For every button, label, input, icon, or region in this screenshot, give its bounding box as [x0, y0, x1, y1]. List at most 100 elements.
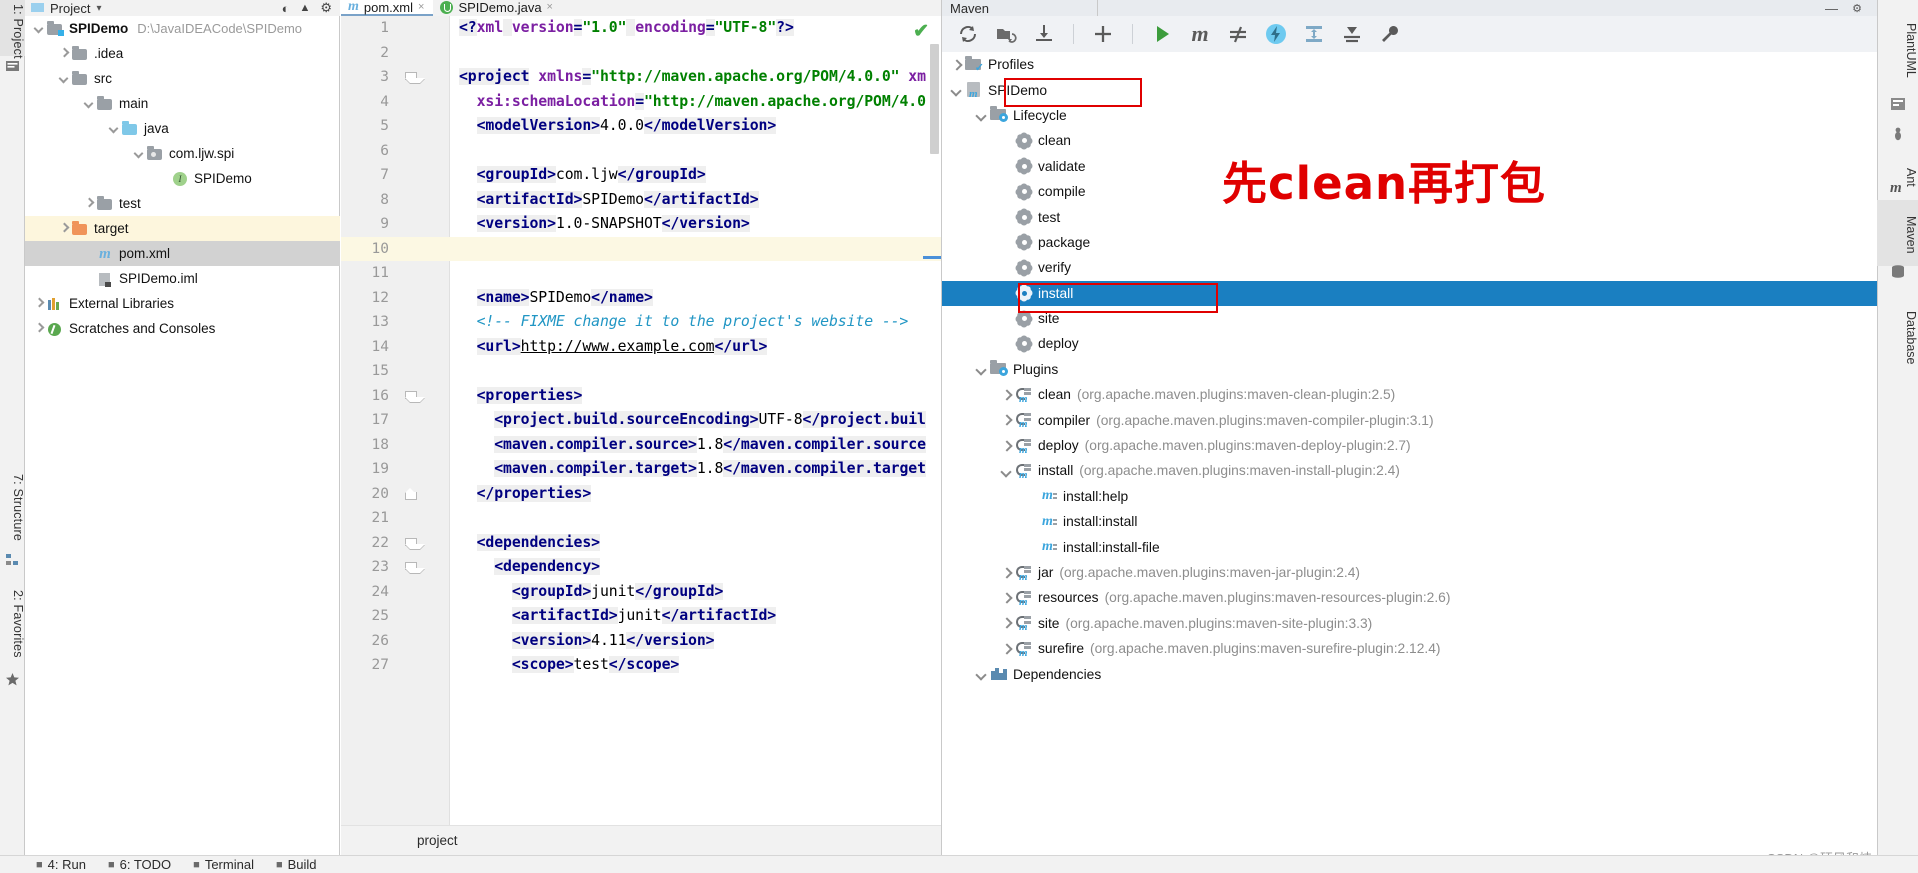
collapse-all-icon[interactable]: ◐	[282, 1, 290, 16]
add-maven-project-icon[interactable]	[1089, 20, 1117, 48]
expand-arrow-icon[interactable]	[133, 147, 146, 160]
code-fold-icon[interactable]	[404, 390, 417, 403]
code-line[interactable]: 15	[341, 359, 941, 384]
expand-arrow-icon[interactable]	[1000, 312, 1014, 326]
inspection-status-icon[interactable]: ✔	[913, 20, 929, 43]
download-sources-icon[interactable]	[1030, 20, 1058, 48]
code-fold-icon[interactable]	[404, 71, 417, 84]
expand-arrow-icon[interactable]	[1000, 413, 1014, 427]
settings-gear-icon[interactable]: ⚙	[320, 0, 332, 16]
project-tree-row-spidemo-iml[interactable]: SPIDemo.iml	[25, 266, 340, 291]
project-tree-row-target[interactable]: target	[25, 216, 340, 241]
editor-tab-spidemo-java[interactable]: SPIDemo.java ×	[433, 0, 562, 16]
project-tree-row-java[interactable]: java	[25, 116, 340, 141]
expand-arrow-icon[interactable]	[1000, 616, 1014, 630]
execute-maven-goal-icon[interactable]: m	[1186, 20, 1214, 48]
code-line[interactable]: 11	[341, 261, 941, 286]
project-dropdown-icon[interactable]: ▾	[96, 3, 101, 14]
code-line[interactable]: 27 <scope>test</scope>	[341, 653, 941, 678]
expand-arrow-icon[interactable]	[1000, 337, 1014, 351]
expand-arrow-icon[interactable]	[1025, 489, 1039, 503]
maven-tree-row-deploy[interactable]: deploy	[942, 331, 1878, 356]
code-line[interactable]: 22 <dependencies>	[341, 531, 941, 556]
expand-arrow-icon[interactable]	[975, 667, 989, 681]
maven-tree-row-compiler[interactable]: m compiler (org.apache.maven.plugins:maven…	[942, 407, 1878, 432]
code-line[interactable]: 10	[341, 236, 941, 261]
collapse-all-icon[interactable]	[1338, 20, 1366, 48]
expand-arrow-icon[interactable]	[1000, 566, 1014, 580]
project-tree-row-spidemo[interactable]: I SPIDemo	[25, 166, 340, 191]
code-fold-icon[interactable]	[404, 537, 417, 550]
code-line[interactable]: 21	[341, 506, 941, 531]
minimize-icon[interactable]: —	[1825, 1, 1838, 16]
expand-arrow-icon[interactable]	[1000, 286, 1014, 300]
expand-arrow-icon[interactable]	[83, 272, 96, 285]
code-line[interactable]: 8 <artifactId>SPIDemo</artifactId>	[341, 188, 941, 213]
maven-tree-row-verify[interactable]: verify	[942, 255, 1878, 280]
expand-arrow-icon[interactable]	[1000, 134, 1014, 148]
sidebar-item-maven[interactable]: Maven	[1877, 200, 1918, 266]
expand-arrow-icon[interactable]	[1000, 261, 1014, 275]
code-line[interactable]: 6	[341, 139, 941, 164]
expand-arrow-icon[interactable]	[33, 297, 46, 310]
code-line[interactable]: 1 <?xml version="1.0" encoding="UTF-8"?>	[341, 16, 941, 41]
bottom-bar-item-4-run[interactable]: ■ 4: Run	[36, 857, 86, 872]
maven-tree-row-site[interactable]: site	[942, 306, 1878, 331]
maven-tree-row-install-install[interactable]: m install:install	[942, 509, 1878, 534]
project-tree-row-com-ljw-spi[interactable]: com.ljw.spi	[25, 141, 340, 166]
code-line[interactable]: 13 <!-- FIXME change it to the project's…	[341, 310, 941, 335]
expand-arrow-icon[interactable]	[158, 172, 171, 185]
breadcrumb[interactable]: project	[417, 833, 458, 848]
code-line[interactable]: 23 <dependency>	[341, 555, 941, 580]
expand-arrow-icon[interactable]	[1025, 540, 1039, 554]
code-line[interactable]: 24 <groupId>junit</groupId>	[341, 580, 941, 605]
expand-arrow-icon[interactable]	[83, 197, 96, 210]
maven-settings-icon[interactable]	[1376, 20, 1404, 48]
maven-tree-row-dependencies[interactable]: Dependencies	[942, 661, 1878, 686]
editor-tab-pom-xml[interactable]: m pom.xml ×	[341, 0, 434, 16]
bottom-bar-item-6-todo[interactable]: ■ 6: TODO	[108, 857, 171, 872]
project-tree-row-test[interactable]: test	[25, 191, 340, 216]
expand-arrow-icon[interactable]	[1000, 642, 1014, 656]
sidebar-item-project[interactable]: 1: Project	[0, 0, 25, 59]
gear-icon[interactable]: ⚙	[1852, 2, 1862, 15]
maven-tree-row-install[interactable]: m install (org.apache.maven.plugins:maven-…	[942, 458, 1878, 483]
maven-tree-row-spidemo[interactable]: SPIDemo	[942, 77, 1878, 102]
code-line[interactable]: 3 <project xmlns="http://maven.apache.org…	[341, 65, 941, 90]
project-tree-row-main[interactable]: main	[25, 91, 340, 116]
bottom-bar-item-terminal[interactable]: ■ Terminal	[193, 857, 254, 872]
expand-arrow-icon[interactable]	[950, 58, 964, 72]
expand-arrow-icon[interactable]	[1000, 591, 1014, 605]
maven-tree-row-plugins[interactable]: Plugins	[942, 357, 1878, 382]
code-line[interactable]: 16 <properties>	[341, 384, 941, 409]
expand-arrow-icon[interactable]	[1000, 464, 1014, 478]
expand-arrow-icon[interactable]	[1000, 439, 1014, 453]
maven-tree-row-jar[interactable]: m jar (org.apache.maven.plugins:maven-jar-…	[942, 560, 1878, 585]
code-line[interactable]: 4 xsi:schemaLocation="http://maven.apach…	[341, 90, 941, 115]
expand-arrow-icon[interactable]	[1000, 159, 1014, 173]
sidebar-item-plantuml[interactable]: PlantUML	[1877, 6, 1918, 90]
project-tree-row-pom-xml[interactable]: m pom.xml	[25, 241, 340, 266]
expand-arrow-icon[interactable]	[975, 108, 989, 122]
code-fold-icon[interactable]	[404, 487, 417, 501]
project-tree-row-spidemo[interactable]: SPIDemo D:\JavaIDEACode\SPIDemo	[25, 16, 340, 41]
expand-arrow-icon[interactable]	[1000, 210, 1014, 224]
sidebar-item-favorites[interactable]: 2: Favorites	[0, 576, 25, 668]
code-line[interactable]: 7 <groupId>com.ljw</groupId>	[341, 163, 941, 188]
maven-tree-row-install-install-file[interactable]: m install:install-file	[942, 534, 1878, 559]
code-line[interactable]: 17 <project.build.sourceEncoding>UTF-8</…	[341, 408, 941, 433]
expand-arrow-icon[interactable]	[1000, 235, 1014, 249]
maven-tree-row-surefire[interactable]: m surefire (org.apache.maven.plugins:maven…	[942, 636, 1878, 661]
code-line[interactable]: 20 </properties>	[341, 482, 941, 507]
project-tree-row-external-libraries[interactable]: External Libraries	[25, 291, 340, 316]
run-icon[interactable]	[1148, 20, 1176, 48]
expand-arrow-icon[interactable]	[58, 222, 71, 235]
maven-tree-row-deploy[interactable]: m deploy (org.apache.maven.plugins:maven-d…	[942, 433, 1878, 458]
project-tree-row--idea[interactable]: .idea	[25, 41, 340, 66]
expand-arrow-icon[interactable]	[1000, 185, 1014, 199]
expand-arrow-icon[interactable]	[58, 47, 71, 60]
expand-arrow-icon[interactable]	[58, 72, 71, 85]
toggle-skip-tests-icon[interactable]	[1224, 20, 1252, 48]
code-line[interactable]: 9 <version>1.0-SNAPSHOT</version>	[341, 212, 941, 237]
code-line[interactable]: 12 <name>SPIDemo</name>	[341, 286, 941, 311]
